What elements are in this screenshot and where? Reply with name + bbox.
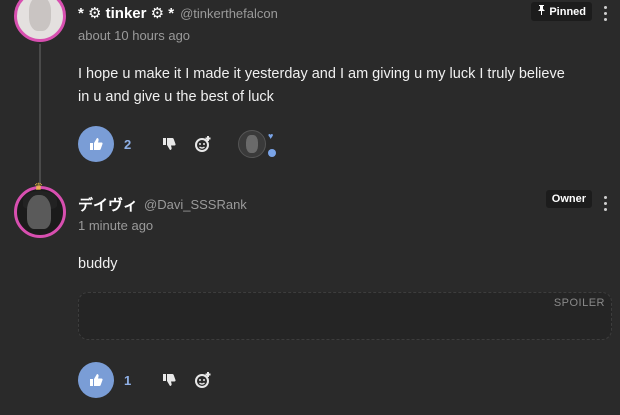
thumbs-up-icon (90, 374, 103, 386)
dislike-button[interactable] (156, 367, 182, 393)
thumbs-down-icon (163, 138, 176, 150)
crown-icon: ♛ (34, 182, 43, 193)
comment-header: * ⚙ tinker ⚙ * @tinkerthefalcon (78, 4, 278, 22)
badge-label: Pinned (549, 6, 586, 18)
comment-text: buddy (78, 256, 118, 272)
thumbs-down-icon (163, 374, 176, 386)
creator-reply-avatar[interactable] (238, 130, 266, 158)
like-count: 1 (124, 372, 132, 388)
reply-button[interactable] (190, 367, 216, 393)
more-options-icon[interactable] (604, 196, 608, 211)
heart-icon: ♥ (268, 131, 274, 141)
reply-emoji-icon (195, 372, 211, 388)
reply-emoji-icon (195, 136, 211, 152)
owner-badge: Owner (545, 190, 592, 208)
user-handle[interactable]: @tinkerthefalcon (180, 6, 278, 21)
comment-text: I hope u make it I made it yesterday and… (78, 66, 565, 105)
like-count: 2 (124, 136, 132, 152)
spoiler-block[interactable]: SPOILER (78, 292, 612, 340)
thread-line (39, 44, 41, 184)
like-button[interactable] (78, 126, 114, 162)
creator-reply-markers: ♥ (268, 131, 276, 157)
avatar[interactable] (14, 186, 66, 238)
username[interactable]: * ⚙ tinker ⚙ * (78, 4, 174, 22)
dislike-button[interactable] (156, 131, 182, 157)
avatar[interactable] (14, 0, 66, 42)
pinned-badge: Pinned (531, 2, 592, 21)
pin-icon (537, 5, 549, 18)
user-handle[interactable]: @Davi_SSSRank (144, 197, 247, 212)
comment-header: デイヴィ @Davi_SSSRank (78, 194, 247, 215)
comment-actions: 1 (78, 362, 216, 398)
more-options-icon[interactable] (604, 6, 608, 21)
spoiler-label: SPOILER (553, 297, 605, 309)
comment-actions: 2 ♥ (78, 126, 276, 162)
username[interactable]: デイヴィ (78, 194, 138, 215)
like-button[interactable] (78, 362, 114, 398)
thumbs-up-icon (90, 138, 103, 150)
reply-dot-icon (268, 149, 276, 157)
reply-button[interactable] (190, 131, 216, 157)
timestamp: 1 minute ago (78, 218, 154, 233)
timestamp: about 10 hours ago (78, 28, 191, 43)
